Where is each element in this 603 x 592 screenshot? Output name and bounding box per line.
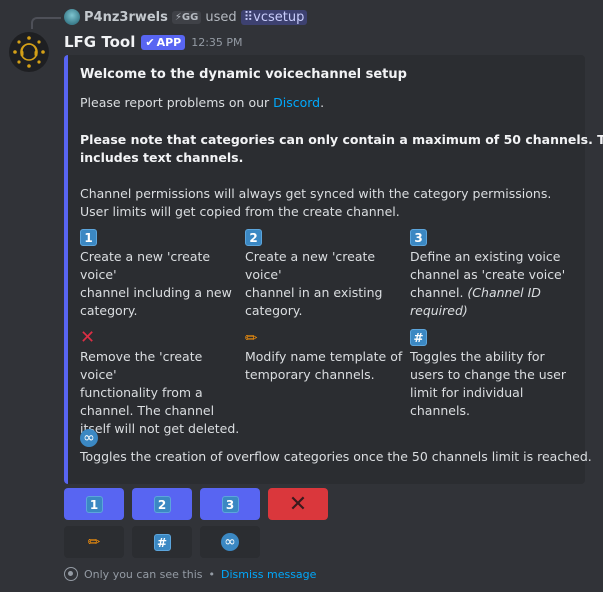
infinity-icon: ∞ xyxy=(80,429,98,447)
permissions-line-2: User limits will get copied from the cre… xyxy=(80,204,400,219)
infinity-icon: ∞ xyxy=(221,533,239,551)
bot-name[interactable]: LFG Tool xyxy=(64,33,135,51)
keycap-1-icon: 1 xyxy=(80,229,97,246)
discord-link[interactable]: Discord xyxy=(273,95,320,110)
field-define-existing: 3 Define an existing voice channel as 'c… xyxy=(410,229,566,318)
eye-icon xyxy=(64,567,78,581)
reply-username[interactable]: P4nz3rwels xyxy=(84,10,168,25)
keycap-3-icon: 3 xyxy=(410,229,427,246)
button-edit[interactable]: ✏ xyxy=(64,526,124,558)
field-create-in-category: 2 Create a new 'create voice' channel in… xyxy=(245,229,383,318)
keycap-2-icon: 2 xyxy=(245,229,262,246)
embed: Welcome to the dynamic voicechannel setu… xyxy=(64,55,603,484)
guild-tag[interactable]: ⚡GG xyxy=(171,10,202,24)
field-overflow: ∞ Toggles the creation of overflow categ… xyxy=(80,429,592,464)
field-create-with-category: 1 Create a new 'create voice' channel in… xyxy=(80,229,232,318)
used-text: used xyxy=(205,9,237,25)
button-1[interactable]: 1 xyxy=(64,488,124,520)
keycap-hash-icon: # xyxy=(153,533,171,551)
separator: • xyxy=(208,567,216,581)
button-remove[interactable]: ✕ xyxy=(268,488,328,520)
user-avatar-small[interactable] xyxy=(64,9,80,25)
button-user-limit[interactable]: # xyxy=(132,526,192,558)
reply-connector xyxy=(31,17,61,29)
bot-avatar[interactable] xyxy=(9,32,49,72)
keycap-1-icon: 1 xyxy=(85,495,103,513)
embed-title: Welcome to the dynamic voicechannel setu… xyxy=(80,67,407,82)
checkmark-icon: ✔ xyxy=(145,35,155,49)
x-mark-icon: ✕ xyxy=(80,327,96,348)
button-2[interactable]: 2 xyxy=(132,488,192,520)
app-badge: ✔ APP xyxy=(141,34,186,50)
dismiss-message-link[interactable]: Dismiss message xyxy=(221,568,316,581)
x-mark-icon: ✕ xyxy=(288,491,308,517)
field-modify-name: ✏ Modify name template of temporary chan… xyxy=(245,329,403,382)
note-line-2: includes text channels. xyxy=(80,150,244,165)
ephemeral-footer: Only you can see this • Dismiss message xyxy=(64,566,316,582)
message-header: LFG Tool ✔ APP 12:35 PM xyxy=(64,31,243,53)
note-line-1: Please note that categories can only con… xyxy=(80,132,603,147)
pencil-icon: ✏ xyxy=(245,329,258,347)
pencil-icon: ✏ xyxy=(87,533,101,551)
button-3[interactable]: 3 xyxy=(200,488,260,520)
command-reply: P4nz3rwels ⚡GG used ⠿vcsetup xyxy=(64,8,308,26)
keycap-hash-icon: # xyxy=(410,329,427,346)
visibility-text: Only you can see this xyxy=(84,567,203,581)
headset-logo-icon xyxy=(13,36,45,68)
keycap-3-icon: 3 xyxy=(221,495,239,513)
field-remove: ✕ Remove the 'create voice' functionalit… xyxy=(80,327,240,437)
keycap-2-icon: 2 xyxy=(153,495,171,513)
message-timestamp: 12:35 PM xyxy=(191,35,243,49)
field-user-limit: # Toggles the ability for users to chang… xyxy=(410,329,566,418)
report-line: Please report problems on our Discord. xyxy=(80,95,325,110)
permissions-line-1: Channel permissions will always get sync… xyxy=(80,186,552,201)
button-overflow[interactable]: ∞ xyxy=(200,526,260,558)
slash-command[interactable]: ⠿vcsetup xyxy=(240,9,308,25)
